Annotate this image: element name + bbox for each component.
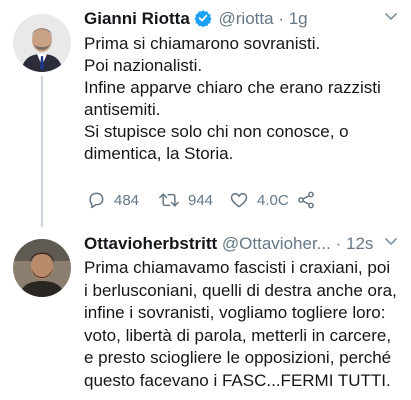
tweet-text: Prima chiamavamo fascisti i craxiani, po… [84,257,401,392]
retweet-button[interactable]: 944 [158,188,213,212]
retweet-count: 944 [188,191,214,209]
tweet-line: Si stupisce solo chi non conosce, o [84,122,349,141]
tweet-line: infine i sovranisti, vogliamo togliere l… [84,303,386,322]
tweet-line: Prima si chiamarono sovranisti. [84,34,321,53]
reply-button[interactable]: 484 [86,188,139,212]
share-icon [298,191,314,209]
author-handle[interactable]: @riotta [219,9,274,28]
tweet-header: Ottavioherbstritt @Ottavioher... · 12s [84,233,411,255]
verified-badge-icon [194,9,212,33]
tweet-line: Prima chiamavamo fascisti i craxiani, po… [84,258,391,277]
avatar[interactable] [13,239,71,297]
tweet-riotta[interactable]: Gianni Riotta @riotta · 1g Prima si chia… [0,0,411,227]
author-handle[interactable]: @Ottavioher... [222,234,331,253]
chevron-down-icon[interactable] [383,8,399,24]
thread-line [41,76,43,227]
tweet-line: Infine apparve chiaro che erano razzisti [84,78,381,97]
tweet-line: voto, libertà di parola, metterli in car… [84,325,392,345]
tweet-header: Gianni Riotta @riotta · 1g [84,8,411,30]
tweet-line: dimentica, la Storia. [84,144,234,163]
separator-dot: · [278,9,284,28]
chevron-down-icon[interactable] [383,233,399,249]
tweet-ottavioherbstritt[interactable]: Ottavioherbstritt @Ottavioher... · 12s P… [0,225,411,400]
like-button[interactable]: 4.0C [229,188,289,212]
timestamp[interactable]: 12s [346,234,373,253]
tweet-line: questo facevano i FASC...FERMI TUTTI. [84,370,391,390]
tweet-line: Poi nazionalisti. [84,56,203,75]
tweet-text: Prima si chiamarono sovranisti. Poi nazi… [84,33,401,165]
author-name[interactable]: Ottavioherbstritt [84,234,217,253]
tweet-line: i berlusconiani, quelli di destra anche … [84,280,397,300]
reply-icon [89,192,104,209]
share-button[interactable] [296,188,324,212]
separator-dot: · [335,234,342,253]
heart-icon [230,193,248,208]
timestamp[interactable]: 1g [289,9,308,28]
avatar[interactable] [13,14,71,72]
tweet-actions: 484 944 4.0C [84,188,404,212]
like-count: 4.0C [257,191,289,209]
retweet-icon [159,193,179,207]
tweet-line: e presto sciogliere le opposizioni, perc… [84,348,392,367]
reply-count: 484 [114,191,140,209]
tweet-line: antisemiti. [84,100,161,119]
author-name[interactable]: Gianni Riotta [84,9,190,28]
